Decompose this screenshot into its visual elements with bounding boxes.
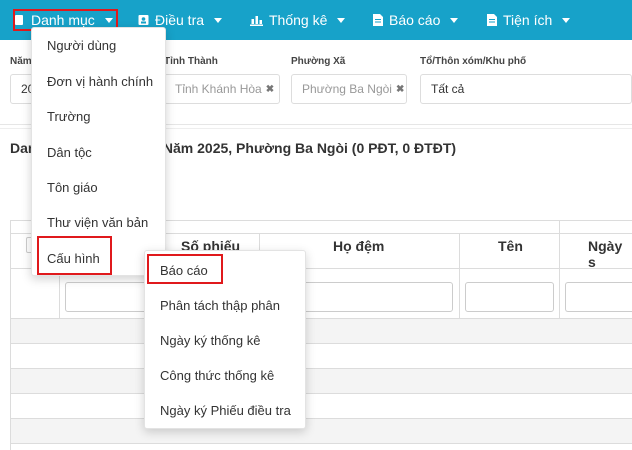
menu-item-don-vi-hanh-chinh[interactable]: Đơn vị hành chính [32, 64, 153, 98]
menu-item-truong[interactable]: Trường [32, 99, 90, 133]
table-row [10, 443, 632, 450]
filter-ten-input[interactable] [465, 282, 554, 312]
submenu-item-phan-tach-thap-phan[interactable]: Phân tách thập phân [145, 288, 280, 322]
chevron-down-icon [214, 17, 223, 23]
table-row [10, 393, 632, 418]
ward-label: Phường Xã [291, 56, 346, 67]
submenu-item-ngay-ky-thong-ke[interactable]: Ngày ký thống kê [145, 323, 260, 357]
highlight-box [37, 236, 112, 275]
clear-icon[interactable]: ✖ [266, 84, 274, 95]
menu-item-ton-giao[interactable]: Tôn giáo [32, 170, 98, 204]
nav-dieu-tra-label: Điều tra [155, 12, 205, 28]
report-title-suffix: n Năm 2025, Phường Ba Ngòi (0 PĐT, 0 ĐTĐ… [150, 140, 457, 156]
column-header-ten[interactable]: Tên [498, 238, 523, 254]
nav-bao-cao-label: Báo cáo [389, 12, 441, 28]
province-label: Tỉnh Thành [164, 56, 218, 67]
file-icon [373, 14, 383, 26]
table-row [10, 318, 632, 343]
ward-value: Phường Ba Ngòi [302, 82, 392, 96]
column-header-ngay-sinh[interactable]: Ngày s [588, 238, 632, 270]
file-icon [487, 14, 497, 26]
menu-item-thu-vien-van-ban[interactable]: Thư viện văn bản [32, 205, 148, 239]
nav-tien-ich-label: Tiện ích [503, 12, 553, 28]
chevron-down-icon [337, 17, 346, 23]
filter-ngay-sinh-input[interactable] [565, 282, 632, 312]
menu-item-dan-toc[interactable]: Dân tộc [32, 135, 92, 169]
menu-item-nguoi-dung[interactable]: Người dùng [32, 28, 116, 62]
hamlet-label: Tổ/Thôn xóm/Khu phố [420, 56, 527, 67]
hamlet-value: Tất cả [431, 82, 465, 96]
bar-chart-icon [250, 16, 263, 26]
ward-select[interactable]: Phường Ba Ngòi ✖ [291, 74, 407, 104]
province-value: Tỉnh Khánh Hòa [175, 82, 262, 96]
highlight-box [147, 254, 223, 284]
year-label: Năm [10, 56, 32, 67]
chevron-down-icon [450, 17, 459, 23]
hamlet-select[interactable]: Tất cả [420, 74, 632, 104]
table-row [10, 343, 632, 368]
nav-tien-ich[interactable]: Tiện ích [487, 0, 571, 40]
column-header-ho-dem[interactable]: Họ đệm [333, 238, 384, 254]
table-row [10, 368, 632, 393]
submenu-item-cong-thuc-thong-ke[interactable]: Công thức thống kê [145, 358, 274, 392]
submenu-item-ngay-ky-phieu-dieu-tra[interactable]: Ngày ký Phiếu điều tra [145, 393, 291, 427]
chevron-down-icon [562, 17, 571, 23]
nav-thong-ke-label: Thống kê [269, 12, 328, 28]
province-select[interactable]: Tỉnh Khánh Hòa ✖ [164, 74, 280, 104]
table-row [10, 418, 632, 443]
id-card-icon [138, 15, 149, 25]
nav-thong-ke[interactable]: Thống kê [250, 0, 346, 40]
clear-icon[interactable]: ✖ [396, 84, 404, 95]
nav-bao-cao[interactable]: Báo cáo [373, 0, 459, 40]
